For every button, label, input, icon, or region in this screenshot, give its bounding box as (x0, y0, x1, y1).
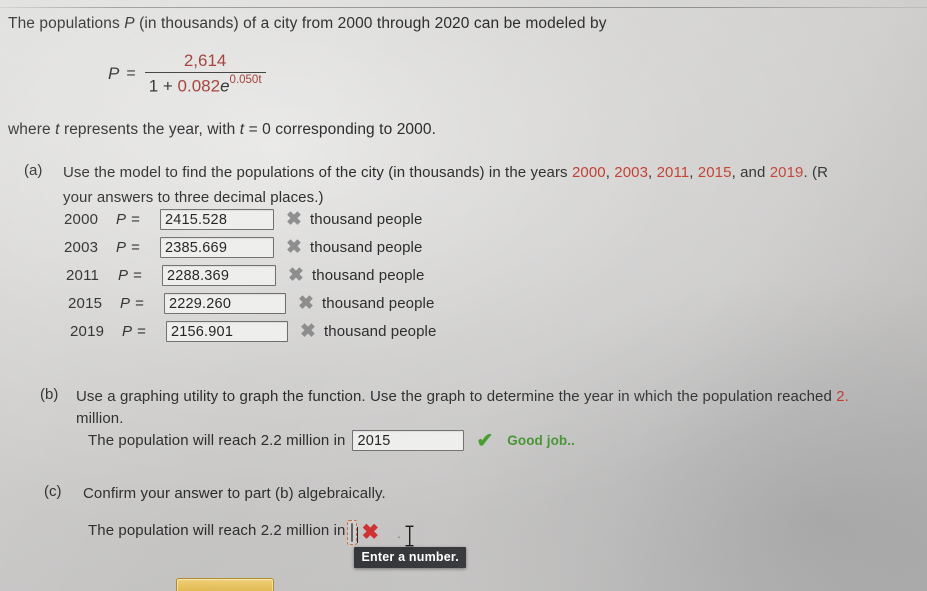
where-part2: represents the year, with (59, 121, 240, 138)
formula-left-side: P (108, 63, 120, 83)
row-year-2000: 2000 (64, 211, 99, 228)
denominator-coefficient: 0.082 (177, 77, 221, 97)
problem-statement-part1: The populations (8, 15, 125, 32)
part-c-label: (c) (44, 483, 62, 500)
part-b-instruction-line2: million. (76, 410, 124, 427)
denominator-base-e: e (220, 77, 230, 97)
table-row: 2003 P = 2385.669 ✖ thousand people (64, 236, 422, 259)
part-b-label: (b) (40, 386, 59, 403)
part-a-instruction-line1: Use the model to find the populations of… (63, 164, 829, 181)
row-year-2003: 2003 (64, 239, 99, 256)
part-a-label: (a) (24, 162, 43, 179)
unit-label-2015: thousand people (322, 295, 435, 312)
part-c-answer-input[interactable] (351, 523, 414, 547)
incorrect-icon-2011: ✖ (288, 265, 304, 286)
part-a-text-before: Use the model to find the populations of… (63, 164, 572, 181)
row-year-2019: 2019 (70, 323, 105, 340)
unit-label-2000: thousand people (310, 211, 423, 228)
variable-definition: where t represents the year, with t = 0 … (8, 121, 436, 139)
part-c-incorrect-icon: ✖ (361, 521, 380, 544)
answer-input-2019[interactable]: 2156.901 (166, 321, 288, 342)
part-b-answer-input[interactable]: 2015 (352, 430, 465, 451)
correct-check-icon: ✔ (476, 429, 494, 452)
formula-fraction: 2,614 1 + 0.082e0.050t (144, 51, 266, 96)
unit-label-2011: thousand people (312, 267, 425, 284)
i-beam-cursor-icon (405, 525, 414, 547)
part-b-text-main: Use a graphing utility to graph the func… (76, 388, 837, 405)
screen-photo: The populations P (in thousands) of a ci… (0, 0, 927, 591)
row-p-equals-2019: P = (122, 323, 147, 340)
row-p-equals-2003: P = (116, 239, 141, 256)
row-year-2015: 2015 (68, 295, 103, 312)
inline-year-2011: 2011 (656, 164, 690, 181)
part-c-instruction: Confirm your answer to part (b) algebrai… (83, 485, 386, 502)
part-a-instruction-line2: your answers to three decimal places.) (63, 189, 324, 206)
row-year-2011: 2011 (66, 267, 100, 284)
part-c-trailing-period: . (397, 526, 401, 541)
table-row: 2015 P = 2229.260 ✖ thousand people (68, 292, 434, 315)
inline-year-2003: 2003 (614, 164, 649, 181)
answer-input-2000[interactable]: 2415.528 (160, 209, 274, 230)
part-a-text-after: . (R (803, 164, 829, 181)
inline-year-2015: 2015 (697, 164, 732, 181)
submit-button-partial[interactable] (176, 578, 274, 591)
part-b-target-value: 2. (836, 388, 849, 405)
row-p-equals-2015: P = (120, 295, 145, 312)
part-b-answer-row: The population will reach 2.2 million in… (88, 430, 575, 451)
denominator-prefix: 1 + (148, 77, 178, 97)
where-part1: where (8, 121, 56, 138)
population-model-formula: P = 2,614 1 + 0.082e0.050t (108, 52, 266, 96)
inline-year-2000: 2000 (571, 164, 606, 181)
incorrect-icon-2000: ✖ (286, 209, 302, 230)
part-b-instruction-line1: Use a graphing utility to graph the func… (76, 386, 849, 409)
problem-statement: The populations P (in thousands) of a ci… (8, 14, 918, 33)
denominator-exponent: 0.050t (229, 74, 262, 87)
formula-equals-sign: = (126, 64, 136, 82)
part-c-validation-tooltip: Enter a number. (354, 547, 466, 568)
part-c-input-focus-ring: Enter a number. (347, 520, 466, 568)
table-row: 2011 P = 2288.369 ✖ thousand people (66, 264, 424, 287)
unit-label-2003: thousand people (310, 239, 423, 256)
table-row: 2000 P = 2415.528 ✖ thousand people (64, 208, 422, 231)
table-row: 2019 P = 2156.901 ✖ thousand people (70, 320, 436, 343)
formula-numerator: 2,614 (183, 51, 227, 70)
text-caret (357, 527, 359, 543)
unit-label-2019: thousand people (324, 323, 437, 340)
part-b-answer-lead: The population will reach 2.2 million in (88, 432, 346, 449)
problem-variable-p: P (124, 15, 135, 32)
part-c-answer-lead: The population will reach 2.2 million in (88, 522, 346, 539)
incorrect-icon-2019: ✖ (300, 321, 316, 342)
answer-input-2003[interactable]: 2385.669 (160, 237, 274, 258)
part-b-feedback-text: Good job.. (507, 433, 575, 448)
answer-input-2011[interactable]: 2288.369 (162, 265, 276, 286)
incorrect-icon-2003: ✖ (286, 237, 302, 258)
incorrect-icon-2015: ✖ (298, 293, 314, 314)
row-p-equals-2011: P = (118, 267, 143, 284)
inline-year-2019: 2019 (769, 164, 804, 181)
answer-input-2015[interactable]: 2229.260 (164, 293, 286, 314)
problem-statement-part2: (in thousands) of a city from 2000 throu… (134, 15, 607, 32)
row-p-equals-2000: P = (116, 211, 141, 228)
formula-denominator: 1 + 0.082e0.050t (145, 73, 266, 96)
part-c-answer-row: The population will reach 2.2 million in… (88, 520, 466, 568)
where-part3: = 0 corresponding to 2000. (244, 121, 437, 138)
exercise-content: The populations P (in thousands) of a ci… (0, 0, 927, 591)
